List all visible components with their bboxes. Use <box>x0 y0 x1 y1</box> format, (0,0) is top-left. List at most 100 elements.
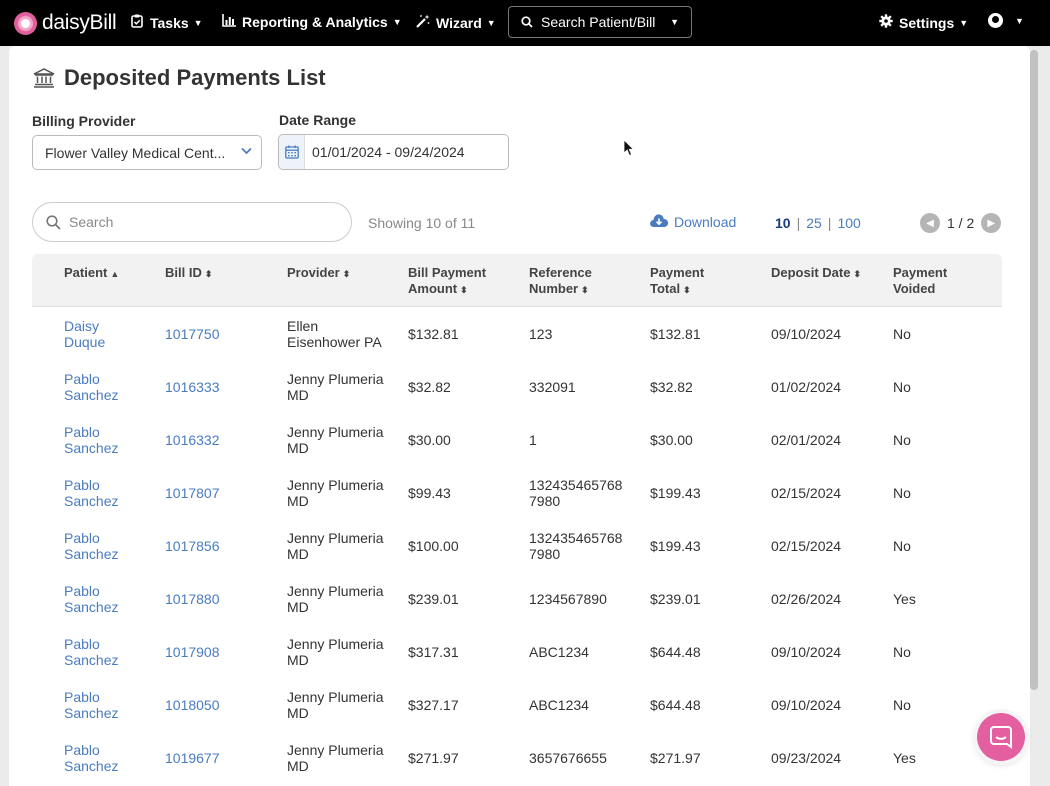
provider-1-text: Ellen <box>287 318 319 334</box>
patient-1-text: Pablo <box>64 583 100 599</box>
date-range-value: 01/01/2024 - 09/24/2024 <box>312 144 465 160</box>
bill-id-text: 1017908 <box>165 644 220 660</box>
patient-link[interactable]: Daisy Duque <box>64 318 105 350</box>
bill-id-link[interactable]: 1016332 <box>165 432 220 448</box>
ref-1-text: ABC1234 <box>529 697 589 713</box>
patient-2-text: Sanchez <box>64 758 119 774</box>
nav-settings[interactable]: Settings ▼ <box>879 14 968 31</box>
bill-id-link[interactable]: 1017807 <box>165 485 220 501</box>
prev-page-button[interactable]: ◀ <box>920 213 940 233</box>
nav-user-menu[interactable]: ▼ <box>988 13 1024 28</box>
amount-text: $271.97 <box>408 750 459 766</box>
bill-id-link[interactable]: 1016333 <box>165 379 220 395</box>
col-bill-id[interactable]: Bill ID ⬍ <box>165 265 212 282</box>
table-body: Daisy Duque 1017750 Ellen Eisenhower PA $1… <box>32 307 1002 784</box>
page-scrollbar[interactable] <box>1030 50 1038 690</box>
bill-id-text: 1017856 <box>165 538 220 554</box>
provider-2-text: MD <box>287 599 309 615</box>
bill-id-link[interactable]: 1018050 <box>165 697 220 713</box>
bill-id-link[interactable]: 1017880 <box>165 591 220 607</box>
bill-payment-amount-cell: $100.00 <box>408 538 459 554</box>
bill-payment-amount-cell: $271.97 <box>408 750 459 766</box>
deposit-date-cell: 09/10/2024 <box>771 697 841 713</box>
bill-id-link[interactable]: 1019677 <box>165 750 220 766</box>
deposit-date-cell: 09/10/2024 <box>771 326 841 342</box>
ref-2-text: 7980 <box>529 546 561 562</box>
provider-2-text: MD <box>287 705 309 721</box>
search-input[interactable]: Search <box>32 202 352 242</box>
page-title: Deposited Payments List <box>64 65 326 90</box>
table-row: Pablo Sanchez 1017880 Jenny Plumeria MD $2… <box>32 572 1002 625</box>
pagination: ◀ 1 / 2 ▶ <box>920 213 1002 233</box>
amount-text: $132.81 <box>408 326 459 342</box>
patient-link[interactable]: Pablo Sanchez <box>64 477 118 509</box>
calendar-icon[interactable] <box>279 135 305 169</box>
billing-provider-select[interactable]: Flower Valley Medical Cent... <box>32 135 262 170</box>
sort-icon: ⬍ <box>683 285 691 295</box>
patient-1-text: Pablo <box>64 477 100 493</box>
logo[interactable]: daisyBill <box>14 0 117 46</box>
col-reference-number-label-1: Reference <box>529 265 592 280</box>
col-payment-total[interactable]: Payment Total ⬍ <box>650 265 704 298</box>
col-bill-payment-amount[interactable]: Bill Payment Amount ⬍ <box>408 265 486 298</box>
payment-voided-cell: No <box>893 379 911 395</box>
total-text: $271.97 <box>650 750 701 766</box>
bill-id-text: 1017880 <box>165 591 220 607</box>
table-row: Daisy Duque 1017750 Ellen Eisenhower PA $1… <box>32 307 1002 360</box>
search-placeholder: Search <box>69 214 114 230</box>
provider-2-text: Eisenhower PA <box>287 334 382 350</box>
patient-link[interactable]: Pablo Sanchez <box>64 583 118 615</box>
chevron-down-icon: ▼ <box>670 17 679 27</box>
nav-wizard[interactable]: Wizard ▼ <box>416 14 496 31</box>
payment-total-cell: $30.00 <box>650 432 693 448</box>
page-size-25[interactable]: 25 <box>806 215 822 231</box>
chat-button[interactable] <box>977 713 1025 761</box>
col-patient[interactable]: Patient ▲ <box>64 265 119 282</box>
bill-id-link[interactable]: 1017750 <box>165 326 220 342</box>
ref-1-text: 123 <box>529 326 553 342</box>
deposit-date-cell: 01/02/2024 <box>771 379 841 395</box>
deposit-date-cell: 02/26/2024 <box>771 591 841 607</box>
voided-text: No <box>893 432 911 448</box>
patient-link[interactable]: Pablo Sanchez <box>64 742 118 774</box>
patient-2-text: Sanchez <box>64 440 119 456</box>
patient-2-text: Duque <box>64 334 106 350</box>
patient-link[interactable]: Pablo Sanchez <box>64 689 118 721</box>
nav-reporting[interactable]: Reporting & Analytics ▼ <box>222 14 402 30</box>
user-avatar-icon <box>988 13 1003 28</box>
bill-id-link[interactable]: 1017856 <box>165 538 220 554</box>
patient-2-text: Sanchez <box>64 387 119 403</box>
bill-payment-amount-cell: $327.17 <box>408 697 459 713</box>
next-page-button[interactable]: ▶ <box>981 213 1002 233</box>
patient-1-text: Pablo <box>64 689 100 705</box>
page-size-10[interactable]: 10 <box>775 215 791 231</box>
bill-id-text: 1017750 <box>165 326 220 342</box>
patient-link[interactable]: Pablo Sanchez <box>64 424 118 456</box>
download-button[interactable]: Download <box>649 213 736 231</box>
nav-search-patient-bill[interactable]: Search Patient/Bill ▼ <box>508 6 692 38</box>
deposit-date-cell: 02/01/2024 <box>771 432 841 448</box>
reference-number-cell: 123 <box>529 326 552 342</box>
patient-link[interactable]: Pablo Sanchez <box>64 636 118 668</box>
patient-link[interactable]: Pablo Sanchez <box>64 371 118 403</box>
date-text: 02/15/2024 <box>771 485 842 501</box>
provider-cell: Jenny Plumeria MD <box>287 371 384 403</box>
voided-text: No <box>893 697 911 713</box>
reference-number-cell: 1234567890 <box>529 591 607 607</box>
total-text: $199.43 <box>650 485 701 501</box>
bill-payment-amount-cell: $32.82 <box>408 379 451 395</box>
col-provider[interactable]: Provider ⬍ <box>287 265 350 282</box>
patient-link[interactable]: Pablo Sanchez <box>64 530 118 562</box>
col-reference-number[interactable]: Reference Number ⬍ <box>529 265 592 298</box>
patient-2-text: Sanchez <box>64 599 119 615</box>
col-deposit-date[interactable]: Deposit Date ⬍ <box>771 265 861 282</box>
page-indicator: 1 / 2 <box>947 215 975 231</box>
provider-cell: Jenny Plumeria MD <box>287 583 384 615</box>
date-range-input[interactable]: 01/01/2024 - 09/24/2024 <box>278 134 509 170</box>
chevron-down-icon: ▼ <box>193 17 203 28</box>
payment-total-cell: $199.43 <box>650 538 701 554</box>
bill-id-link[interactable]: 1017908 <box>165 644 220 660</box>
payment-total-cell: $132.81 <box>650 326 701 342</box>
nav-tasks[interactable]: Tasks ▼ <box>130 14 203 31</box>
page-size-100[interactable]: 100 <box>837 215 860 231</box>
